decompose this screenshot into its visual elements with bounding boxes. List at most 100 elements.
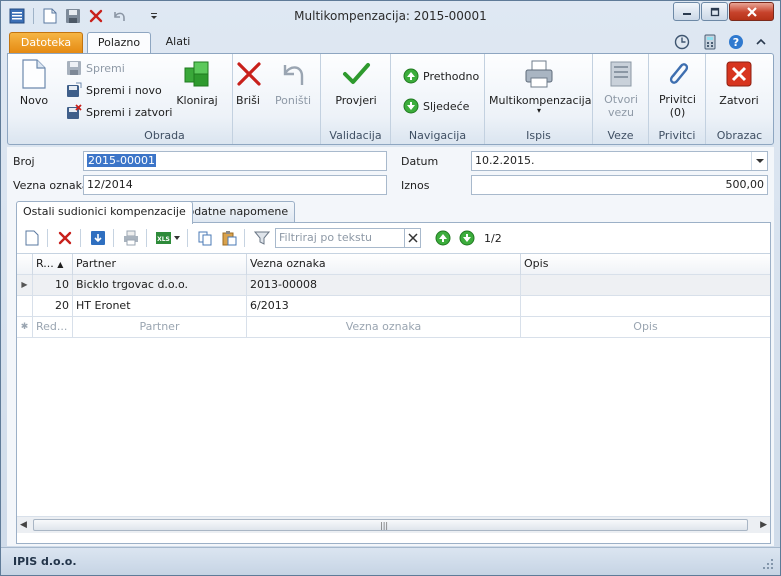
cell-opis[interactable] bbox=[521, 296, 770, 317]
grip-icon: ||| bbox=[380, 521, 389, 530]
current-row-indicator-icon: ▶ bbox=[17, 275, 33, 296]
save-icon bbox=[66, 60, 82, 76]
filter-input[interactable]: Filtriraj po tekstu bbox=[275, 228, 405, 248]
ribbon-tabs: Datoteka Polazno Alati ? bbox=[1, 31, 780, 54]
spremi-button[interactable]: Spremi bbox=[66, 58, 125, 78]
delete-row-icon[interactable] bbox=[54, 227, 76, 249]
cell-vezna-oznaka[interactable]: 2013-00008 bbox=[247, 275, 521, 296]
spremi-label: Spremi bbox=[86, 61, 125, 75]
spremi-i-zatvori-button[interactable]: Spremi i zatvori bbox=[66, 102, 172, 122]
novo-button[interactable]: Novo bbox=[14, 58, 54, 107]
otvori-label: Otvori bbox=[604, 93, 638, 106]
grid-header-row: R... ▲ Partner Vezna oznaka Opis bbox=[17, 254, 770, 275]
previous-record-icon[interactable] bbox=[432, 227, 454, 249]
column-header-r-label: R... bbox=[36, 257, 54, 270]
new-row-icon[interactable] bbox=[21, 227, 43, 249]
group-validacija: Provjeri Validacija bbox=[321, 54, 391, 144]
collapse-ribbon-icon[interactable] bbox=[753, 34, 769, 50]
horizontal-scrollbar[interactable]: ◀ ||| ▶ bbox=[17, 516, 770, 533]
spremi-i-novo-button[interactable]: Spremi i novo bbox=[66, 80, 162, 100]
clock-icon[interactable] bbox=[674, 34, 690, 50]
arrow-up-icon bbox=[403, 68, 419, 84]
cell-r[interactable]: 20 bbox=[33, 296, 73, 317]
spremi-i-zatvori-label: Spremi i zatvori bbox=[86, 105, 173, 119]
row-selector-header bbox=[17, 254, 33, 275]
new-cell-opis[interactable]: Opis bbox=[521, 317, 770, 338]
calculator-icon[interactable] bbox=[702, 34, 718, 50]
scrollbar-thumb[interactable]: ||| bbox=[33, 519, 748, 531]
multikompenzacija-print-button[interactable]: Multikompenzacija ▾ bbox=[489, 58, 591, 115]
ponisti-button[interactable]: Poništi bbox=[271, 58, 315, 107]
scroll-right-icon[interactable]: ▶ bbox=[760, 520, 767, 530]
svg-text:?: ? bbox=[733, 36, 739, 49]
company-name: IPIS d.o.o. bbox=[13, 555, 77, 568]
column-header-r[interactable]: R... ▲ bbox=[33, 254, 73, 275]
group-label-navigacija: Navigacija bbox=[408, 129, 467, 142]
help-icon[interactable]: ? bbox=[728, 34, 744, 50]
privitci-label: Privitci bbox=[658, 93, 696, 106]
new-cell-partner[interactable]: Partner bbox=[73, 317, 247, 338]
cell-vezna-oznaka[interactable]: 6/2013 bbox=[247, 296, 521, 317]
new-cell-r[interactable]: Red... bbox=[33, 317, 73, 338]
iznos-field[interactable]: 500,00 bbox=[471, 175, 768, 195]
row-selector bbox=[17, 296, 33, 317]
print-grid-icon[interactable] bbox=[120, 227, 142, 249]
save-row-icon[interactable] bbox=[87, 227, 109, 249]
save-close-icon bbox=[66, 104, 82, 120]
prethodno-button[interactable]: Prethodno bbox=[403, 66, 479, 86]
otvori-vezu-button[interactable]: Otvori vezu bbox=[597, 58, 645, 119]
column-header-opis[interactable]: Opis bbox=[521, 254, 770, 275]
brisi-button[interactable]: Briši bbox=[233, 58, 263, 107]
privitci-button[interactable]: Privitci (0) bbox=[653, 58, 702, 119]
zatvori-button[interactable]: Zatvori bbox=[714, 58, 764, 107]
link-document-icon bbox=[610, 61, 632, 87]
kloniraj-button[interactable]: Kloniraj bbox=[174, 58, 220, 107]
clear-filter-icon[interactable] bbox=[405, 228, 421, 248]
cell-opis[interactable] bbox=[521, 275, 770, 296]
export-excel-icon[interactable]: XLS bbox=[153, 227, 183, 249]
new-cell-vezna-oznaka[interactable]: Vezna oznaka bbox=[247, 317, 521, 338]
tab-alati[interactable]: Alati bbox=[159, 32, 197, 54]
group-label-veze: Veze bbox=[607, 129, 634, 142]
close-icon bbox=[746, 6, 757, 17]
datum-dropdown-icon[interactable] bbox=[751, 152, 767, 170]
minimize-button[interactable] bbox=[673, 2, 700, 21]
datum-field[interactable]: 10.2.2015. bbox=[471, 151, 768, 171]
svg-text:XLS: XLS bbox=[157, 236, 170, 243]
filter-icon[interactable] bbox=[251, 227, 273, 249]
group-label-ispis: Ispis bbox=[526, 129, 551, 142]
table-row[interactable]: ▶ 10 Bicklo trgovac d.o.o. 2013-00008 bbox=[17, 275, 770, 296]
group-privitci: Privitci (0) Privitci bbox=[649, 54, 706, 144]
broj-field[interactable]: 2015-00001 bbox=[83, 151, 387, 171]
column-header-vezna-oznaka[interactable]: Vezna oznaka bbox=[247, 254, 521, 275]
provjeri-button[interactable]: Provjeri bbox=[333, 58, 379, 107]
column-header-partner[interactable]: Partner bbox=[73, 254, 247, 275]
maximize-icon bbox=[710, 7, 719, 16]
dropdown-arrow-icon: ▾ bbox=[536, 106, 541, 115]
vezu-label: vezu bbox=[607, 106, 635, 119]
close-window-button[interactable] bbox=[729, 2, 774, 21]
provjeri-label: Provjeri bbox=[335, 94, 377, 107]
next-record-icon[interactable] bbox=[456, 227, 478, 249]
resize-grip-icon[interactable] bbox=[762, 558, 774, 573]
tab-datoteka[interactable]: Datoteka bbox=[9, 32, 83, 53]
datum-label: Datum bbox=[401, 155, 439, 168]
tab-polazno[interactable]: Polazno bbox=[87, 32, 151, 54]
cell-partner[interactable]: Bicklo trgovac d.o.o. bbox=[73, 275, 247, 296]
cell-partner[interactable]: HT Eronet bbox=[73, 296, 247, 317]
scroll-left-icon[interactable]: ◀ bbox=[20, 520, 27, 530]
sljedece-button[interactable]: Sljedeće bbox=[403, 96, 469, 116]
tab-ostali-sudionici[interactable]: Ostali sudionici kompenzacije bbox=[16, 201, 193, 224]
printer-icon bbox=[525, 60, 553, 88]
close-icon bbox=[726, 61, 752, 87]
vezna-oznaka-label: Vezna oznaka bbox=[13, 179, 89, 192]
cell-r[interactable]: 10 bbox=[33, 275, 73, 296]
table-row[interactable]: 20 HT Eronet 6/2013 bbox=[17, 296, 770, 317]
new-item-row[interactable]: ✱ Red... Partner Vezna oznaka Opis bbox=[17, 317, 770, 338]
copy-icon[interactable] bbox=[194, 227, 216, 249]
vezna-oznaka-field[interactable]: 12/2014 bbox=[83, 175, 387, 195]
maximize-button[interactable] bbox=[701, 2, 728, 21]
paste-icon[interactable] bbox=[218, 227, 240, 249]
save-new-icon bbox=[66, 82, 82, 98]
new-document-icon bbox=[22, 59, 46, 89]
